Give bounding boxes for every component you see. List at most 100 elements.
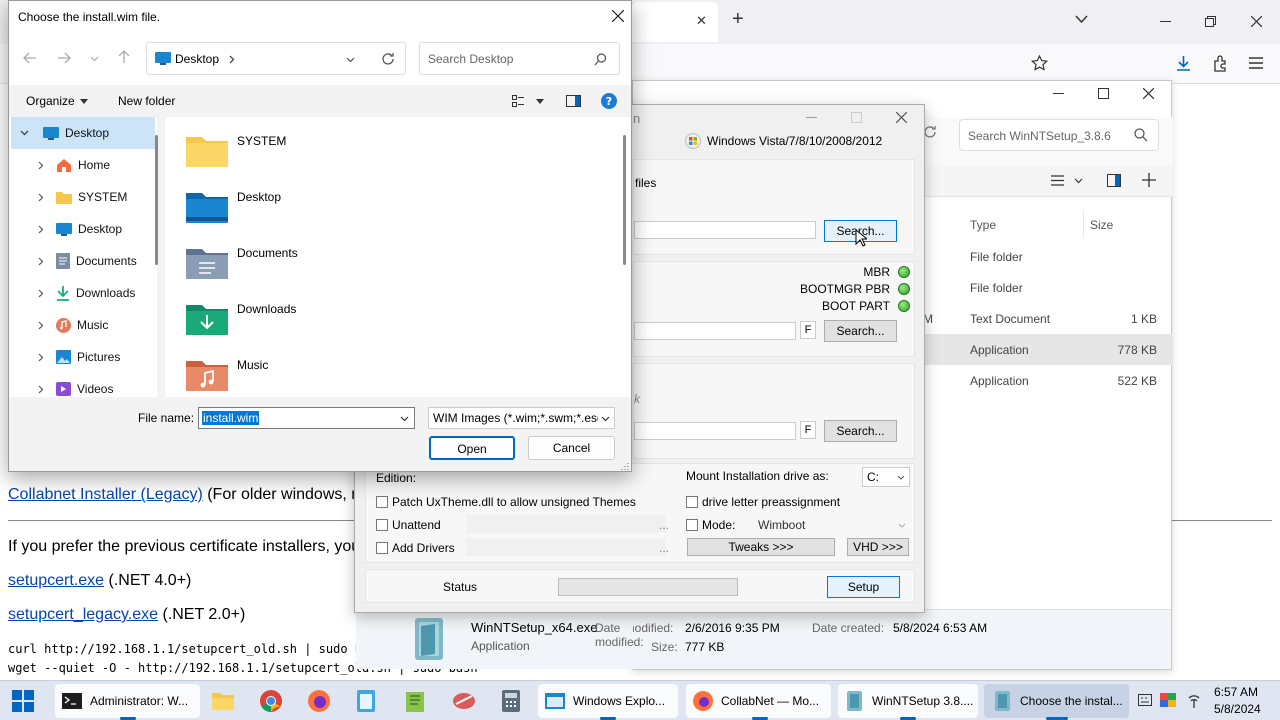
nav-item-music[interactable]: Music: [11, 309, 155, 341]
caret-down-icon[interactable]: [536, 99, 544, 104]
breadcrumb[interactable]: Desktop: [175, 52, 219, 66]
color-tray-icon[interactable]: [1160, 693, 1176, 707]
file-item-music[interactable]: Music: [185, 345, 605, 397]
taskbar-app-choose-dialog[interactable]: Choose the instal...: [984, 684, 1129, 718]
new-tab-icon[interactable]: +: [732, 8, 744, 31]
menu-icon[interactable]: [1249, 57, 1263, 69]
taskbar-app-explorer[interactable]: Windows Explo...: [538, 684, 678, 718]
nav-item-desktop[interactable]: Desktop: [11, 213, 155, 245]
drivers-browse[interactable]: ...: [659, 541, 669, 555]
file-name-input[interactable]: install.wim: [198, 407, 415, 429]
browser-tab[interactable]: ✕: [632, 2, 718, 42]
view-list-icon[interactable]: [1051, 175, 1064, 186]
column-type[interactable]: Type: [970, 218, 996, 232]
search-installdrive-button[interactable]: Search...: [824, 420, 897, 442]
nav-item-desktop-root[interactable]: Desktop: [11, 117, 155, 149]
clock-time[interactable]: 6:57 AM: [1214, 685, 1258, 699]
setup-button[interactable]: Setup: [827, 576, 900, 598]
installdrive-input[interactable]: [634, 422, 796, 440]
forward-arrow-icon[interactable]: [57, 52, 71, 64]
nav-item-pictures[interactable]: Pictures: [11, 341, 155, 373]
clock-date[interactable]: 5/8/2024: [1214, 702, 1261, 716]
mode-checkbox[interactable]: Mode:: [686, 518, 735, 532]
refresh-icon[interactable]: [381, 52, 395, 66]
collabnet-installer-link[interactable]: Collabnet Installer (Legacy): [8, 486, 203, 503]
chevron-down-icon[interactable]: [90, 56, 99, 62]
tab-list-chevron-icon[interactable]: [1075, 15, 1088, 24]
tab-close-icon[interactable]: ✕: [696, 13, 707, 29]
chevron-down-icon[interactable]: [1074, 178, 1083, 184]
view-options-icon[interactable]: [512, 95, 524, 107]
nav-scrollbar[interactable]: [155, 135, 158, 265]
taskbar-app-admin[interactable]: Administrator: W...: [55, 684, 200, 718]
file-item-system[interactable]: SYSTEM: [185, 121, 605, 177]
calculator-icon[interactable]: [502, 690, 520, 712]
file-type-filter[interactable]: WIM Images (*.wim;*.swm;*.esd): [428, 407, 615, 429]
add-icon[interactable]: [1142, 173, 1156, 187]
column-size[interactable]: Size: [1090, 218, 1113, 232]
chrome-icon[interactable]: [260, 690, 282, 712]
organize-button[interactable]: Organize: [26, 94, 88, 108]
downloads-icon[interactable]: [1175, 55, 1192, 72]
f-button[interactable]: F: [800, 421, 816, 439]
address-bar[interactable]: Desktop: [146, 42, 406, 75]
restore-icon[interactable]: [1205, 16, 1216, 27]
search-bootdrive-button[interactable]: Search...: [824, 320, 897, 342]
os-tab[interactable]: Windows Vista/7/8/10/2008/2012: [685, 133, 882, 149]
resize-grip-icon[interactable]: [619, 460, 629, 470]
nav-item-downloads[interactable]: Downloads: [11, 277, 155, 309]
preview-pane-icon[interactable]: [566, 95, 581, 107]
file-explorer-icon[interactable]: [212, 691, 234, 710]
minimize-icon[interactable]: [1053, 93, 1064, 95]
bootdrive-input[interactable]: [634, 322, 796, 340]
setupcert-legacy-link[interactable]: setupcert_legacy.exe: [8, 606, 158, 623]
mode-select[interactable]: Wimboot: [754, 515, 910, 535]
extensions-icon[interactable]: [1212, 55, 1229, 72]
help-icon[interactable]: ?: [601, 93, 617, 109]
minimize-icon[interactable]: [1160, 21, 1171, 23]
refresh-icon[interactable]: [923, 125, 937, 139]
keyboard-tray-icon[interactable]: [1138, 694, 1152, 706]
unattend-checkbox[interactable]: Unattend: [376, 518, 441, 532]
close-icon[interactable]: [896, 112, 907, 123]
file-scrollbar[interactable]: [623, 135, 626, 265]
unattend-path[interactable]: [466, 515, 666, 533]
breadcrumb-chevron-icon[interactable]: [229, 55, 235, 64]
network-tray-icon[interactable]: [1186, 693, 1202, 709]
nav-item-system[interactable]: SYSTEM: [11, 181, 155, 213]
unattend-browse[interactable]: ...: [659, 518, 669, 532]
snipping-tool-icon[interactable]: [452, 690, 476, 712]
file-item-desktop[interactable]: Desktop: [185, 177, 605, 233]
start-button-icon[interactable]: [12, 690, 34, 712]
close-icon[interactable]: [1251, 16, 1262, 27]
maximize-icon[interactable]: [1098, 88, 1109, 99]
mount-drive-select[interactable]: C:: [862, 467, 910, 487]
patch-uxtheme-checkbox[interactable]: Patch UxTheme.dll to allow unsigned Them…: [376, 495, 636, 509]
chevron-down-icon[interactable]: [400, 416, 409, 422]
add-drivers-checkbox[interactable]: Add Drivers: [376, 541, 455, 555]
up-arrow-icon[interactable]: [118, 50, 130, 64]
notepadpp-icon[interactable]: [404, 690, 426, 712]
nav-item-videos[interactable]: Videos: [11, 373, 155, 397]
nav-item-home[interactable]: Home: [11, 149, 155, 181]
minimize-icon[interactable]: [806, 117, 817, 119]
vhd-button[interactable]: VHD >>>: [847, 538, 909, 556]
details-pane-icon[interactable]: [1107, 174, 1121, 187]
nav-item-documents[interactable]: Documents: [11, 245, 155, 277]
open-button[interactable]: Open: [429, 436, 515, 460]
dialog-search-input[interactable]: Search Desktop: [419, 42, 620, 75]
f-button[interactable]: F: [800, 321, 816, 339]
source-path-input[interactable]: [634, 221, 816, 239]
file-item-downloads[interactable]: Downloads: [185, 289, 605, 345]
drive-letter-checkbox[interactable]: drive letter preassignment: [686, 495, 840, 509]
taskbar-app-winntsetup[interactable]: WinNTSetup 3.8....: [838, 684, 978, 718]
firefox-icon[interactable]: [308, 690, 330, 712]
close-icon[interactable]: [612, 10, 624, 22]
taskbar-app-collabnet[interactable]: CollabNet — Mo...: [686, 684, 831, 718]
new-folder-button[interactable]: New folder: [118, 94, 175, 108]
bookmark-star-icon[interactable]: [1031, 55, 1048, 72]
back-arrow-icon[interactable]: [23, 52, 37, 64]
cancel-button[interactable]: Cancel: [528, 436, 615, 460]
notepad-icon[interactable]: [357, 690, 375, 712]
explorer-search-input[interactable]: Search WinNTSetup_3.8.6: [959, 119, 1159, 151]
